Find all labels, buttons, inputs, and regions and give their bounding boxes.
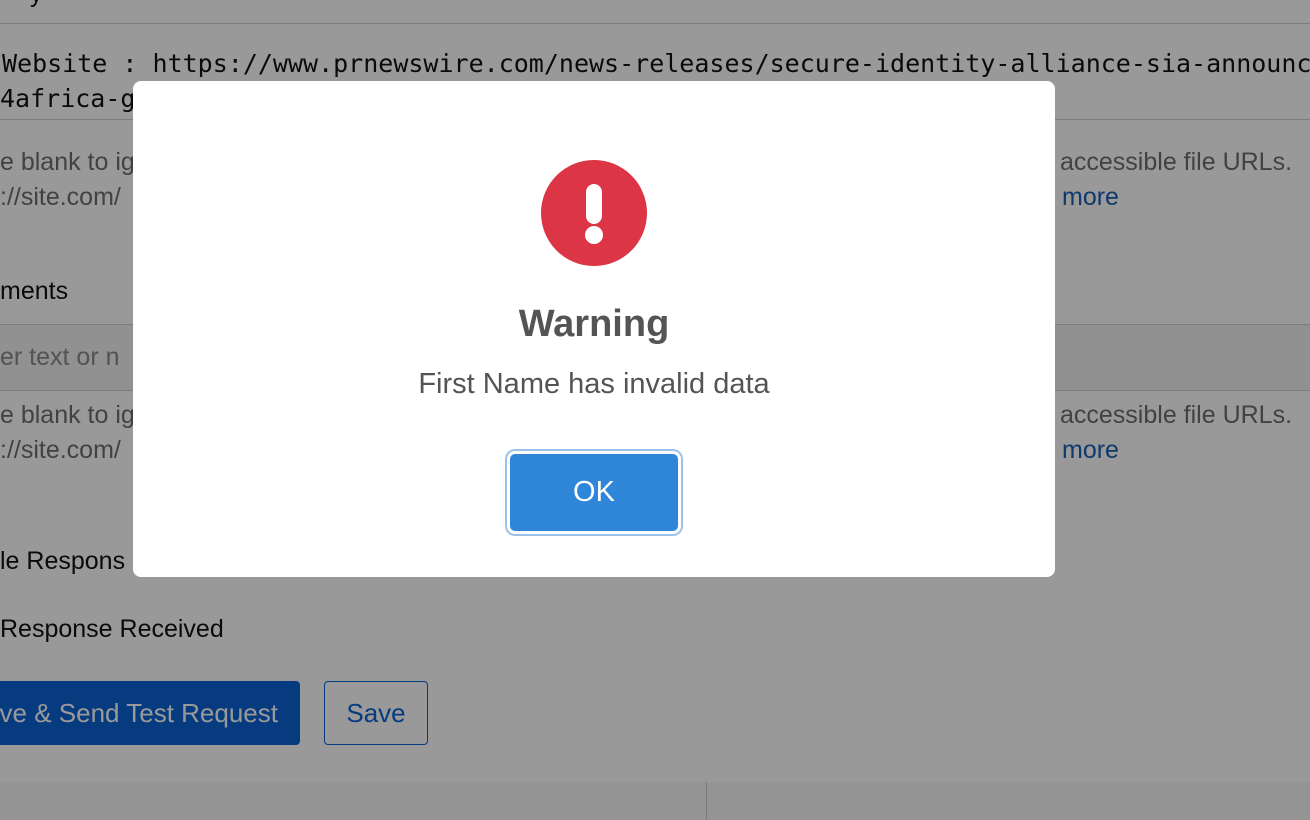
dialog-message: First Name has invalid data (418, 368, 770, 400)
ok-button[interactable]: OK (510, 454, 678, 531)
warning-dialog: Warning First Name has invalid data OK (133, 81, 1055, 577)
exclamation-circle-icon (541, 160, 647, 266)
dialog-title: Warning (518, 303, 670, 345)
